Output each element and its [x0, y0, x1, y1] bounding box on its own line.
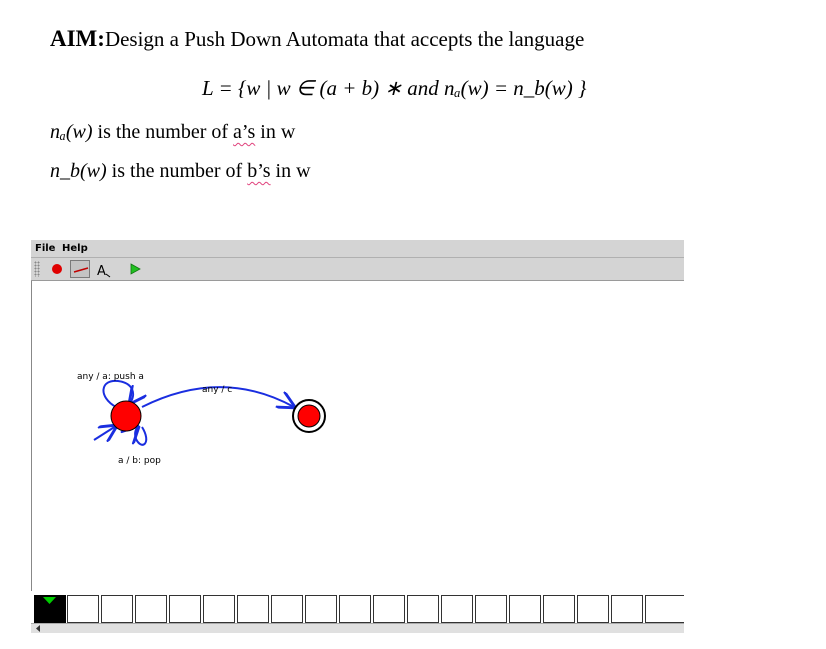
aim-label: AIM: — [50, 26, 105, 51]
tape-cell[interactable] — [509, 595, 541, 623]
tape-cell-head[interactable] — [34, 595, 66, 623]
language-formula: L = {w | w ∈ (a + b) ∗ and nₐ(w) = n_b(w… — [202, 76, 587, 100]
tape-cell[interactable] — [203, 595, 235, 623]
aim-heading: AIM:Design a Push Down Automata that acc… — [50, 26, 584, 52]
input-tape — [31, 591, 684, 623]
tape-cell[interactable] — [67, 595, 99, 623]
initial-state-arrow — [93, 426, 116, 440]
horizontal-scrollbar[interactable] — [31, 623, 684, 633]
toolbar-grip-icon[interactable] — [34, 261, 40, 277]
tape-cell[interactable] — [611, 595, 643, 623]
play-icon — [130, 263, 141, 275]
nb-symbol: n_b(w) — [50, 160, 107, 182]
tape-cell[interactable] — [135, 595, 167, 623]
document: AIM:Design a Push Down Automata that acc… — [0, 0, 826, 230]
menu-file[interactable]: File — [35, 243, 55, 254]
tape-cell[interactable] — [543, 595, 575, 623]
automaton-canvas[interactable]: any / a: push a a / b: pop any / c — [31, 281, 684, 591]
spell-underline-bs: b’s — [247, 160, 271, 182]
transition-tool-button[interactable] — [70, 260, 90, 278]
arrow-line-icon — [73, 267, 89, 273]
tape-cell[interactable] — [577, 595, 609, 623]
tape-cell[interactable] — [475, 595, 507, 623]
state-diagram[interactable]: any / a: push a a / b: pop any / c — [32, 281, 685, 591]
run-tool-button[interactable] — [125, 260, 145, 278]
transition-self-loop-pop[interactable] — [135, 427, 148, 446]
tape-cell[interactable] — [169, 595, 201, 623]
label-pop[interactable]: a / b: pop — [118, 456, 161, 466]
label-tool-button[interactable]: A — [93, 260, 113, 279]
tape-cell[interactable] — [101, 595, 133, 623]
spell-underline-as: a’s — [233, 121, 256, 143]
tape-cell[interactable] — [271, 595, 303, 623]
tape-cell[interactable] — [645, 595, 684, 623]
text-a-icon: A — [97, 264, 111, 279]
scroll-left-arrow-icon[interactable] — [33, 624, 43, 633]
menu-bar: File Help — [31, 240, 684, 257]
label-any-c[interactable]: any / c — [202, 385, 232, 395]
tape-cell[interactable] — [237, 595, 269, 623]
aim-text: Design a Push Down Automata that accepts… — [104, 27, 585, 51]
tape-cell[interactable] — [407, 595, 439, 623]
definition-nb: n_b(w) is the number of b’s in w — [50, 160, 311, 182]
tape-cell[interactable] — [305, 595, 337, 623]
definition-na: nₐ(w) is the number of a’s in w — [50, 121, 296, 143]
state-q1-accepting[interactable] — [292, 399, 326, 433]
state-q0[interactable] — [110, 400, 142, 432]
state-tool-button[interactable] — [47, 260, 67, 278]
menu-help[interactable]: Help — [62, 243, 88, 254]
tape-head-icon — [43, 597, 56, 604]
na-symbol: nₐ(w) — [50, 121, 93, 143]
tape-cell[interactable] — [441, 595, 473, 623]
toolbar: A — [31, 257, 684, 281]
svg-text:A: A — [97, 264, 106, 278]
tape-cell[interactable] — [373, 595, 405, 623]
automaton-simulator-window: File Help A any / a: push a a / b: pop a… — [31, 240, 684, 633]
label-push[interactable]: any / a: push a — [77, 372, 144, 382]
tape-cell[interactable] — [339, 595, 371, 623]
red-circle-icon — [52, 264, 62, 274]
